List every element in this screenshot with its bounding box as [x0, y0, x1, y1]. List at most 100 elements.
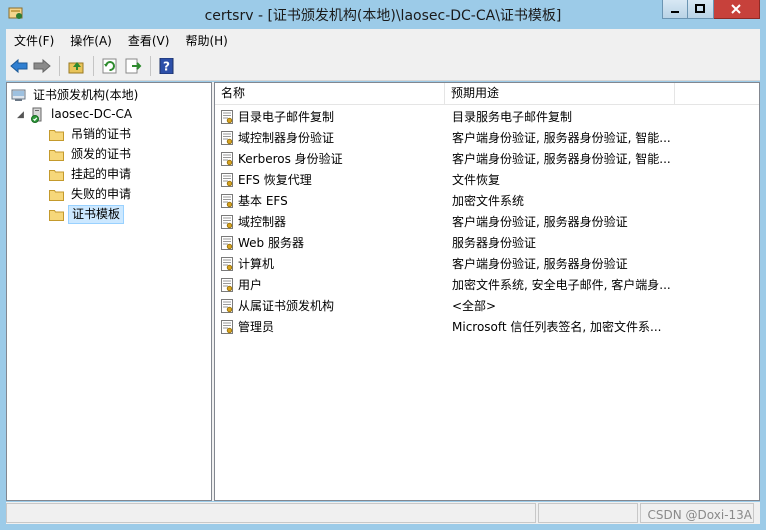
toolbar: ? — [6, 51, 760, 81]
list-item-name: EFS 恢复代理 — [238, 173, 312, 187]
minimize-icon — [671, 11, 679, 13]
content-area: 证书颁发机构(本地) ◢ laosec-DC-CA 吊销的证书 颁发的证书 挂起… — [6, 82, 760, 501]
certificate-authority-icon — [11, 89, 26, 101]
certificate-template-icon — [221, 214, 233, 229]
tree-folder-pending[interactable]: 挂起的申请 — [49, 165, 134, 184]
list-item-name-cell: 基本 EFS — [215, 192, 445, 209]
list-item-purpose: 文件恢复 — [452, 173, 501, 187]
maximize-icon — [695, 4, 705, 13]
list-item[interactable]: 域控制器 客户端身份验证, 服务器身份验证 — [215, 211, 759, 232]
list-item[interactable]: EFS 恢复代理 文件恢复 — [215, 169, 759, 190]
column-header-name[interactable]: 名称 — [215, 83, 445, 104]
list-header: 名称 预期用途 — [215, 83, 759, 105]
tree-root-item[interactable]: 证书颁发机构(本地) — [11, 86, 141, 105]
tree-folder-issued[interactable]: 颁发的证书 — [49, 145, 134, 164]
back-button[interactable] — [8, 55, 30, 77]
toolbar-separator — [150, 55, 151, 76]
list-item-name-cell: 计算机 — [215, 255, 445, 272]
certificate-template-icon — [221, 151, 233, 166]
export-list-icon — [125, 58, 142, 73]
list-item-purpose: 加密文件系统 — [452, 194, 525, 208]
tree-folder-templates[interactable]: 证书模板 — [49, 205, 125, 224]
tree-folder-label: 证书模板 — [68, 205, 125, 224]
mmc-window: certsrv - [证书颁发机构(本地)\laosec-DC-CA\证书模板]… — [0, 0, 766, 530]
menu-bar: 文件(F) 操作(A) 查看(V) 帮助(H) — [6, 29, 760, 51]
back-arrow-icon — [10, 58, 28, 73]
help-button[interactable]: ? — [156, 55, 178, 77]
tree-root-label: 证书颁发机构(本地) — [33, 88, 139, 102]
help-icon: ? — [159, 57, 174, 74]
forward-arrow-icon — [33, 58, 51, 73]
window-controls — [662, 0, 760, 20]
ca-server-icon — [31, 107, 42, 123]
column-header-purpose[interactable]: 预期用途 — [445, 83, 675, 104]
close-button[interactable] — [714, 0, 760, 19]
tree-folder-revoked[interactable]: 吊销的证书 — [49, 125, 134, 144]
forward-button[interactable] — [31, 55, 53, 77]
tree-folder-label: 挂起的申请 — [71, 167, 132, 181]
folder-icon — [49, 169, 64, 181]
list-item-name-cell: 用户 — [215, 276, 445, 293]
list-item-name-cell: EFS 恢复代理 — [215, 171, 445, 188]
menu-action[interactable]: 操作(A) — [62, 32, 120, 49]
tree-ca-item[interactable]: laosec-DC-CA — [29, 105, 135, 124]
list-item-purpose: 客户端身份验证, 服务器身份验证, 智能... — [452, 152, 671, 166]
up-folder-icon — [68, 61, 84, 73]
list-item-name: 管理员 — [238, 320, 275, 334]
maximize-button[interactable] — [688, 0, 714, 19]
list-item-name-cell: Web 服务器 — [215, 234, 445, 251]
list-item-name: Web 服务器 — [238, 236, 304, 250]
list-item[interactable]: 计算机 客户端身份验证, 服务器身份验证 — [215, 253, 759, 274]
window-title: certsrv - [证书颁发机构(本地)\laosec-DC-CA\证书模板] — [204, 8, 562, 24]
list-item-name-cell: 域控制器身份验证 — [215, 129, 445, 146]
menu-file[interactable]: 文件(F) — [6, 32, 62, 49]
tree-folder-label: 吊销的证书 — [71, 127, 132, 141]
close-icon — [731, 4, 741, 14]
list-item[interactable]: 基本 EFS 加密文件系统 — [215, 190, 759, 211]
list-item-name: 从属证书颁发机构 — [238, 299, 335, 313]
list-item-purpose: 目录服务电子邮件复制 — [452, 110, 573, 124]
list-item[interactable]: 从属证书颁发机构 <全部> — [215, 295, 759, 316]
list-item-name: 基本 EFS — [238, 194, 288, 208]
list-item[interactable]: 管理员 Microsoft 信任列表签名, 加密文件系... — [215, 316, 759, 337]
menu-help[interactable]: 帮助(H) — [177, 32, 235, 49]
list-item-name: 域控制器身份验证 — [238, 131, 335, 145]
list-item[interactable]: 域控制器身份验证 客户端身份验证, 服务器身份验证, 智能... — [215, 127, 759, 148]
tree-folder-failed[interactable]: 失败的申请 — [49, 185, 134, 204]
toolbar-separator — [93, 55, 94, 76]
result-list: 名称 预期用途 目录电子邮件复制 目录服务电子邮件复制 域控制器身份验证 客户端身份验… — [214, 82, 760, 501]
collapse-arrow-icon[interactable]: ◢ — [17, 110, 24, 120]
certificate-template-icon — [221, 235, 233, 250]
watermark-text: CSDN @Doxi-13A — [647, 508, 752, 522]
list-item-purpose: 客户端身份验证, 服务器身份验证 — [452, 215, 628, 229]
list-item[interactable]: Kerberos 身份验证 客户端身份验证, 服务器身份验证, 智能... — [215, 148, 759, 169]
list-item[interactable]: 用户 加密文件系统, 安全电子邮件, 客户端身... — [215, 274, 759, 295]
list-item-purpose: 客户端身份验证, 服务器身份验证 — [452, 257, 628, 271]
menu-view[interactable]: 查看(V) — [120, 32, 178, 49]
list-item-name-cell: 域控制器 — [215, 213, 445, 230]
minimize-button[interactable] — [662, 0, 688, 19]
up-one-level-button[interactable] — [65, 55, 87, 77]
list-item-purpose: 客户端身份验证, 服务器身份验证, 智能... — [452, 131, 671, 145]
export-list-button[interactable] — [122, 55, 144, 77]
list-item-name: 用户 — [238, 278, 263, 292]
tree-folder-label: 颁发的证书 — [71, 147, 132, 161]
status-pane-main — [6, 503, 536, 523]
list-item-name-cell: Kerberos 身份验证 — [215, 150, 445, 167]
list-item[interactable]: Web 服务器 服务器身份验证 — [215, 232, 759, 253]
list-item-name: Kerberos 身份验证 — [238, 152, 343, 166]
certificate-template-icon — [221, 193, 233, 208]
title-bar[interactable]: certsrv - [证书颁发机构(本地)\laosec-DC-CA\证书模板] — [0, 0, 766, 28]
list-item[interactable]: 目录电子邮件复制 目录服务电子邮件复制 — [215, 106, 759, 127]
list-item-name: 域控制器 — [238, 215, 287, 229]
folder-icon — [49, 149, 64, 161]
tree-folder-label: 失败的申请 — [71, 187, 132, 201]
refresh-button[interactable] — [99, 55, 121, 77]
list-item-purpose: <全部> — [452, 299, 497, 313]
list-item-name-cell: 管理员 — [215, 318, 445, 335]
list-item-purpose: 服务器身份验证 — [452, 236, 537, 250]
folder-icon — [49, 129, 64, 141]
list-item-name: 目录电子邮件复制 — [238, 110, 335, 124]
list-item-name-cell: 目录电子邮件复制 — [215, 108, 445, 125]
certificate-template-icon — [221, 256, 233, 271]
